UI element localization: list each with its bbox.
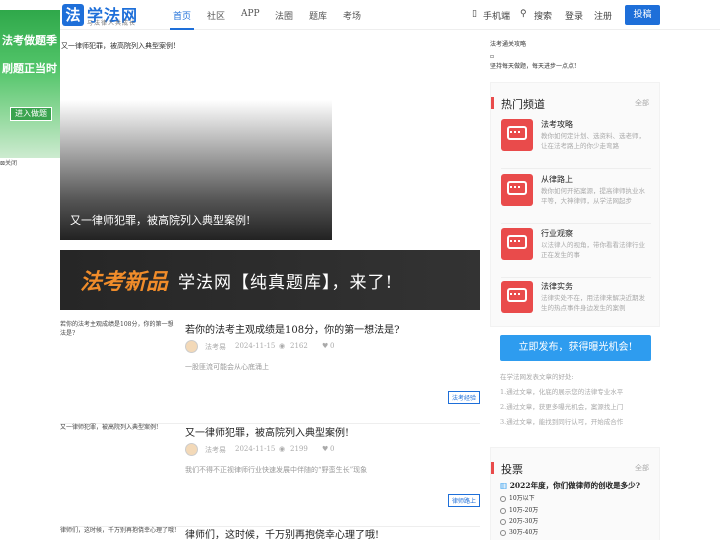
chat-icon bbox=[501, 281, 533, 313]
article-author[interactable]: 法考易 bbox=[205, 445, 226, 455]
mobile-icon[interactable]: ▯ bbox=[472, 9, 477, 19]
article-title[interactable]: 若你的法考主观成绩是108分，你的第一想法是? bbox=[185, 321, 399, 336]
hot-channels-box: 热门频道 全部 法考攻略 教你如何定计划、选资料、选老师，让在法考路上的你少走弯… bbox=[490, 82, 660, 327]
publish-button[interactable]: 立即发布，获得曝光机会! bbox=[500, 335, 651, 361]
submit-article-button[interactable]: 投稿 bbox=[625, 5, 660, 25]
nav-home[interactable]: 首页 bbox=[173, 9, 191, 22]
channel-desc: 法律实处不在，用法律来解决近期发生的热点事件身边发生的案例 bbox=[541, 294, 645, 312]
nav-exam[interactable]: 考场 bbox=[343, 9, 361, 22]
article-views: 2199 bbox=[290, 445, 308, 453]
mobile-link[interactable]: 手机端 bbox=[483, 9, 510, 22]
radio-icon[interactable] bbox=[500, 495, 506, 502]
banner-tag: 法考新品 bbox=[80, 269, 169, 295]
poll-question[interactable]: ▥ 2022年度，你们做律师的创收是多少? bbox=[500, 480, 640, 491]
ad-enter-button[interactable]: 进入做题 bbox=[10, 107, 52, 121]
section-marker bbox=[491, 97, 494, 109]
hot-channels-more[interactable]: 全部 bbox=[635, 98, 649, 108]
poll-option[interactable]: 10万以下 bbox=[500, 493, 535, 502]
float-ad[interactable]: 法考做题季 刷题正当时 进入做题 bbox=[0, 10, 60, 158]
hero-caption[interactable]: 又一律师犯罪，被高院列入典型案例! bbox=[70, 212, 250, 228]
heart-icon: ♥ bbox=[322, 342, 329, 350]
channel-item[interactable]: 法考攻略 教你如何定计划、选资料、选老师，让在法考路上的你少走弯路 bbox=[501, 119, 651, 169]
channel-desc: 教你如何定计划、选资料、选老师，让在法考路上的你少走弯路 bbox=[541, 132, 645, 150]
logo-icon[interactable]: 法 bbox=[62, 4, 84, 26]
search-link[interactable]: 搜索 bbox=[534, 9, 552, 22]
channel-item[interactable]: 从律路上 教你如何开拓案源，提高律师执业水平等，大神律师，从学法网起步 bbox=[501, 174, 651, 224]
benefit-item: 3.通过文章，能找到同行认可，开始成合作 bbox=[500, 418, 624, 426]
top-header: 法 学法网 与法律人共成长 首页 社区 APP 法圈 题库 考场 ▯ 手机端 ⚲… bbox=[0, 0, 720, 30]
ad-close-button[interactable]: ⊠关闭 bbox=[0, 158, 17, 167]
poll-option[interactable]: 30万-40万 bbox=[500, 527, 538, 536]
channel-name[interactable]: 从律路上 bbox=[541, 174, 573, 185]
ad-line-1: 法考做题季 bbox=[2, 34, 57, 47]
poll-more[interactable]: 全部 bbox=[635, 463, 649, 473]
channel-name[interactable]: 行业观察 bbox=[541, 228, 573, 239]
benefit-heading: 在学法网发表文章的好处: bbox=[500, 373, 574, 381]
article-date: 2024-11-15 bbox=[235, 342, 276, 350]
article-desc: 我们不得不正视律师行业快速发展中伴随的“野蛮生长”现象 bbox=[185, 466, 368, 474]
radio-icon[interactable] bbox=[500, 507, 506, 514]
article-views: 2162 bbox=[290, 342, 308, 350]
nav-question-bank[interactable]: 题库 bbox=[309, 9, 327, 22]
ad-line-2: 刷题正当时 bbox=[2, 62, 57, 75]
hero-slide[interactable]: 又一律师犯罪，被高院列入典型案例! 又一律师犯罪，被高院列入典型案例! bbox=[60, 40, 332, 240]
channel-desc: 教你如何开拓案源，提高律师执业水平等，大神律师，从学法网起步 bbox=[541, 187, 645, 205]
eye-icon: ◉ bbox=[279, 445, 286, 453]
nav-circle[interactable]: 法圈 bbox=[275, 9, 293, 22]
side-image-tip[interactable]: 坚持每天做题，每天进步一点点! bbox=[490, 62, 658, 72]
channel-item[interactable]: 法律实务 法律实处不在，用法律来解决近期发生的热点事件身边发生的案例 bbox=[501, 281, 651, 331]
article-title[interactable]: 律师们，这时候，千万别再抱侥幸心理了哦! bbox=[185, 526, 379, 541]
benefit-item: 2.通过文章，获更多曝光机会，案源找上门 bbox=[500, 403, 624, 411]
banner-text: 学法网【纯真题库】，来了! bbox=[178, 273, 394, 293]
side-image-alt[interactable]: 法考通关攻略 bbox=[490, 40, 658, 50]
article-author[interactable]: 法考易 bbox=[205, 342, 226, 352]
register-link[interactable]: 注册 bbox=[594, 9, 612, 22]
nav-community[interactable]: 社区 bbox=[207, 9, 225, 22]
article-title[interactable]: 又一律师犯罪，被高院列入典型案例! bbox=[185, 424, 349, 439]
channel-item[interactable]: 行业观察 以法律人的视角，带你看看法律行业正在发生的事 bbox=[501, 228, 651, 278]
article-likes: 0 bbox=[330, 445, 335, 453]
nav-active-indicator bbox=[170, 28, 194, 30]
benefit-item: 1.通过文章，化底的展示您的法律专业水平 bbox=[500, 388, 624, 396]
article-date: 2024-11-15 bbox=[235, 445, 276, 453]
avatar[interactable] bbox=[185, 340, 198, 353]
chat-icon bbox=[501, 119, 533, 151]
poll-option[interactable]: 20万-30万 bbox=[500, 516, 538, 525]
nav-app[interactable]: APP bbox=[241, 9, 260, 19]
side-image-empty[interactable]: ▫ bbox=[490, 52, 658, 62]
hot-channels-title: 热门频道 bbox=[501, 98, 545, 111]
article-item[interactable]: 律师们，这时候，千万别再抱侥幸心理了哦! 律师们，这时候，千万别再抱侥幸心理了哦… bbox=[60, 526, 480, 541]
article-item[interactable]: 若你的法考主观成绩是108分，你的第一想法是? 若你的法考主观成绩是108分，你… bbox=[60, 320, 480, 424]
chat-icon bbox=[501, 228, 533, 260]
promo-banner[interactable]: 法考新品 学法网【纯真题库】，来了! bbox=[60, 250, 480, 310]
article-tag[interactable]: 法考经验 bbox=[447, 391, 480, 404]
login-link[interactable]: 登录 bbox=[565, 9, 583, 22]
avatar[interactable] bbox=[185, 443, 198, 456]
radio-icon[interactable] bbox=[500, 518, 506, 525]
article-thumb[interactable]: 律师们，这时候，千万别再抱侥幸心理了哦! bbox=[60, 526, 178, 535]
poll-title: 投票 bbox=[501, 463, 523, 476]
chat-icon bbox=[501, 174, 533, 206]
channel-desc: 以法律人的视角，带你看看法律行业正在发生的事 bbox=[541, 241, 645, 259]
chart-icon: ▥ bbox=[500, 481, 510, 490]
publish-benefits: 在学法网发表文章的好处: 1.通过文章，化底的展示您的法律专业水平 2.通过文章… bbox=[500, 370, 623, 430]
radio-icon[interactable] bbox=[500, 529, 506, 536]
heart-icon: ♥ bbox=[322, 445, 329, 453]
article-tag[interactable]: 律师路上 bbox=[447, 494, 480, 507]
brand-slogan: 与法律人共成长 bbox=[87, 20, 137, 27]
article-thumb[interactable]: 若你的法考主观成绩是108分，你的第一想法是? bbox=[60, 320, 178, 338]
hero-image-alt: 又一律师犯罪，被高院列入典型案例! bbox=[61, 42, 176, 50]
section-marker bbox=[491, 462, 494, 474]
channel-name[interactable]: 法律实务 bbox=[541, 281, 573, 292]
search-icon[interactable]: ⚲ bbox=[520, 9, 527, 19]
channel-name[interactable]: 法考攻略 bbox=[541, 119, 573, 130]
eye-icon: ◉ bbox=[279, 342, 286, 350]
article-desc: 一股匪流可能会从心底涌上 bbox=[185, 363, 269, 371]
article-item[interactable]: 又一律师犯罪，被高院列入典型案例! 又一律师犯罪，被高院列入典型案例! 法考易 … bbox=[60, 423, 480, 527]
article-likes: 0 bbox=[330, 342, 335, 350]
poll-option[interactable]: 10万-20万 bbox=[500, 505, 538, 514]
article-thumb[interactable]: 又一律师犯罪，被高院列入典型案例! bbox=[60, 423, 178, 432]
